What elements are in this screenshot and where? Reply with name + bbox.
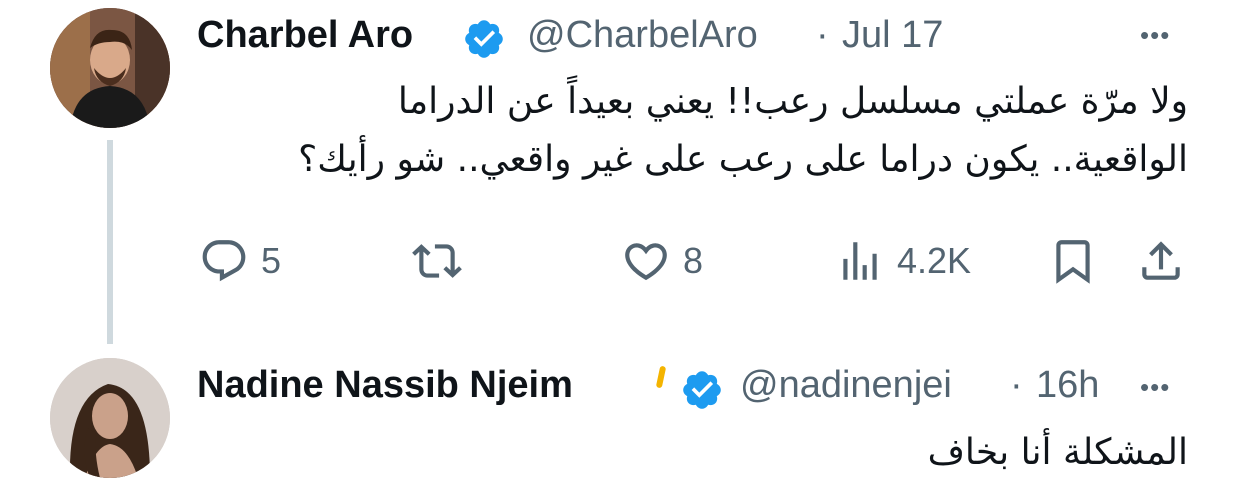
reply-button[interactable]: 5 xyxy=(199,236,281,286)
reply-more-options-button[interactable]: ••• xyxy=(1140,372,1170,403)
retweet-button[interactable] xyxy=(412,236,462,286)
tweet-text-line-2: الواقعية.. يكون دراما على رعب على غير وا… xyxy=(298,139,1188,180)
reply-icon xyxy=(202,240,246,282)
more-options-button[interactable]: ••• xyxy=(1140,20,1170,51)
reply-author-emoji xyxy=(655,365,667,389)
reply-time[interactable]: 16h xyxy=(1036,364,1099,407)
verified-badge-icon xyxy=(683,371,721,409)
author-handle[interactable]: @CharbelAro xyxy=(527,14,758,57)
share-button[interactable] xyxy=(1136,236,1186,286)
views-button[interactable]: 4.2K xyxy=(835,236,971,286)
reply-count: 5 xyxy=(261,240,282,281)
views-count: 4.2K xyxy=(897,240,972,281)
reply-author-name[interactable]: Nadine Nassib Njeim xyxy=(197,364,573,407)
tweet-text: ولا مرّة عملتي مسلسل رعب!! يعني بعيداً ع… xyxy=(188,73,1188,189)
author-name[interactable]: Charbel Aro xyxy=(197,14,413,57)
separator: · xyxy=(816,14,829,56)
verified-badge-icon xyxy=(465,20,503,58)
avatar-nadine[interactable] xyxy=(50,358,170,478)
retweet-icon xyxy=(412,244,462,278)
separator: · xyxy=(1010,364,1023,406)
reply-text: المشكلة أنا بخاف xyxy=(927,432,1188,473)
views-icon xyxy=(843,242,877,280)
like-button[interactable]: 8 xyxy=(621,236,703,286)
like-icon xyxy=(625,243,667,281)
tweet-text-line-1: ولا مرّة عملتي مسلسل رعب!! يعني بعيداً ع… xyxy=(397,81,1188,122)
bookmark-icon xyxy=(1056,240,1090,284)
avatar-charbel[interactable] xyxy=(50,8,170,128)
reply-author-handle[interactable]: @nadinenjei xyxy=(740,364,1002,407)
tweet-date[interactable]: Jul 17 xyxy=(842,14,943,57)
thread-line xyxy=(107,140,113,344)
share-icon xyxy=(1142,241,1180,280)
avatar-image xyxy=(50,358,170,478)
avatar-image xyxy=(50,8,170,128)
bookmark-button[interactable] xyxy=(1048,236,1098,286)
like-count: 8 xyxy=(683,240,704,281)
